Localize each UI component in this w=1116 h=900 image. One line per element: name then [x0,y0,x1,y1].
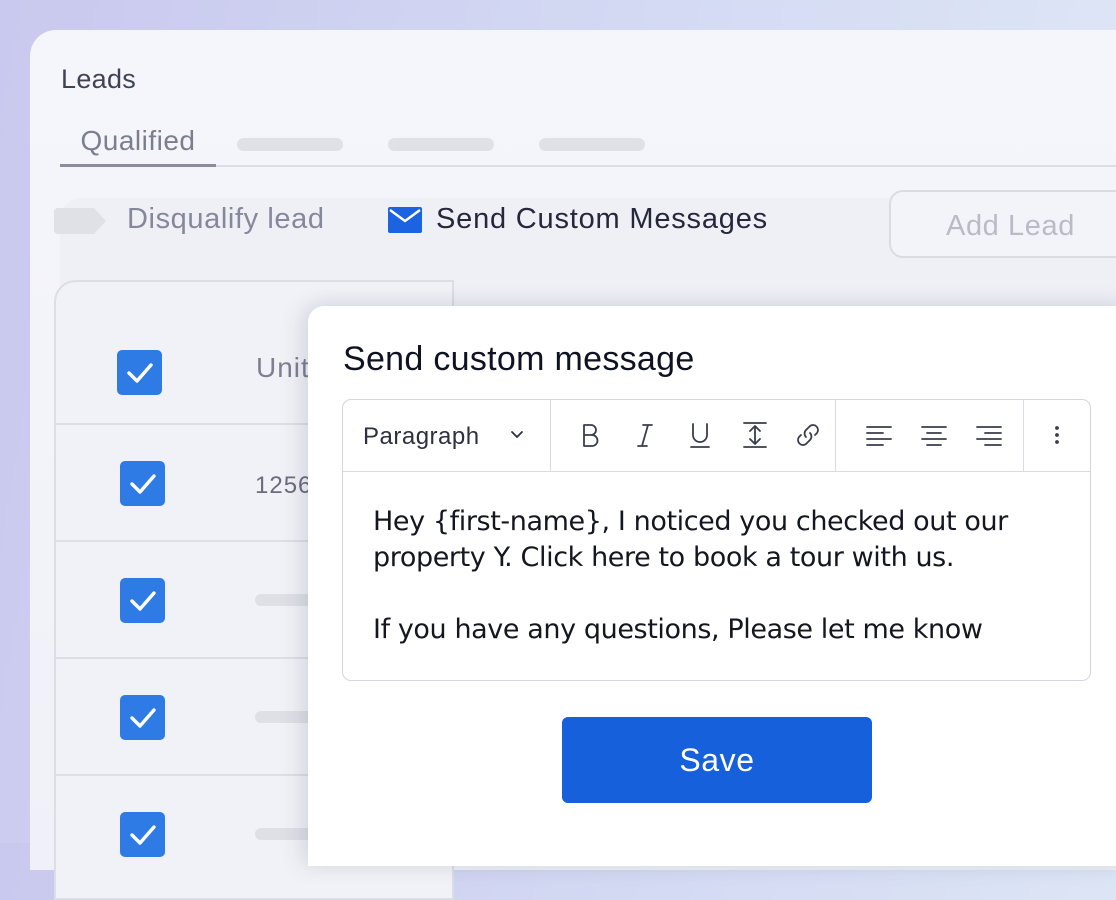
row-checkbox[interactable] [120,461,165,506]
send-custom-message-dialog: Send custom message Paragraph Hey {first… [308,306,1116,866]
select-all-checkbox[interactable] [117,350,162,395]
send-custom-messages-button[interactable]: Send Custom Messages [436,203,768,236]
tabs-divider [60,165,1116,167]
chevron-down-icon[interactable] [510,428,524,442]
underline-icon[interactable] [685,420,715,450]
message-body-editor[interactable]: Hey {first-name}, I noticed you checked … [373,504,1073,648]
rich-text-editor: Paragraph Hey {first-name}, I noticed yo… [342,399,1091,681]
table-cell-unit: 1256 [255,472,313,499]
tab-placeholder[interactable] [388,138,494,151]
dialog-title: Send custom message [343,340,695,378]
checkmark-icon [129,707,156,728]
checkmark-icon [129,590,156,611]
tab-placeholder[interactable] [539,138,645,151]
add-lead-button[interactable]: Add Lead [889,190,1116,258]
message-paragraph: If you have any questions, Please let me… [373,614,983,645]
align-left-icon[interactable] [864,420,894,450]
tab-qualified[interactable]: Qualified [60,125,216,167]
row-checkbox[interactable] [120,578,165,623]
link-icon[interactable] [793,420,823,450]
editor-toolbar: Paragraph [343,400,1090,472]
checkmark-icon [126,362,153,383]
toolbar-divider [835,400,836,471]
toolbar-divider [550,400,551,471]
bold-icon[interactable] [575,420,605,450]
page-title: Leads [61,64,137,94]
align-center-icon[interactable] [919,420,949,450]
add-lead-label: Add Lead [946,210,1075,242]
checkmark-icon [129,824,156,845]
checkmark-icon [129,473,156,494]
message-paragraph: Hey {first-name}, I noticed you checked … [373,506,1008,573]
row-checkbox[interactable] [120,812,165,857]
row-checkbox[interactable] [120,695,165,740]
toolbar-divider [1023,400,1024,471]
mail-icon[interactable] [388,207,422,233]
italic-icon[interactable] [630,420,660,450]
save-button[interactable]: Save [562,717,872,803]
column-header-unit[interactable]: Unit [256,352,310,384]
tab-placeholder[interactable] [237,138,343,151]
paragraph-format-select[interactable]: Paragraph [363,423,480,451]
more-vertical-icon[interactable] [1042,420,1072,450]
disqualify-lead-button[interactable]: Disqualify lead [127,203,325,236]
line-height-icon[interactable] [740,420,770,450]
align-right-icon[interactable] [974,420,1004,450]
tag-icon[interactable] [54,208,106,234]
